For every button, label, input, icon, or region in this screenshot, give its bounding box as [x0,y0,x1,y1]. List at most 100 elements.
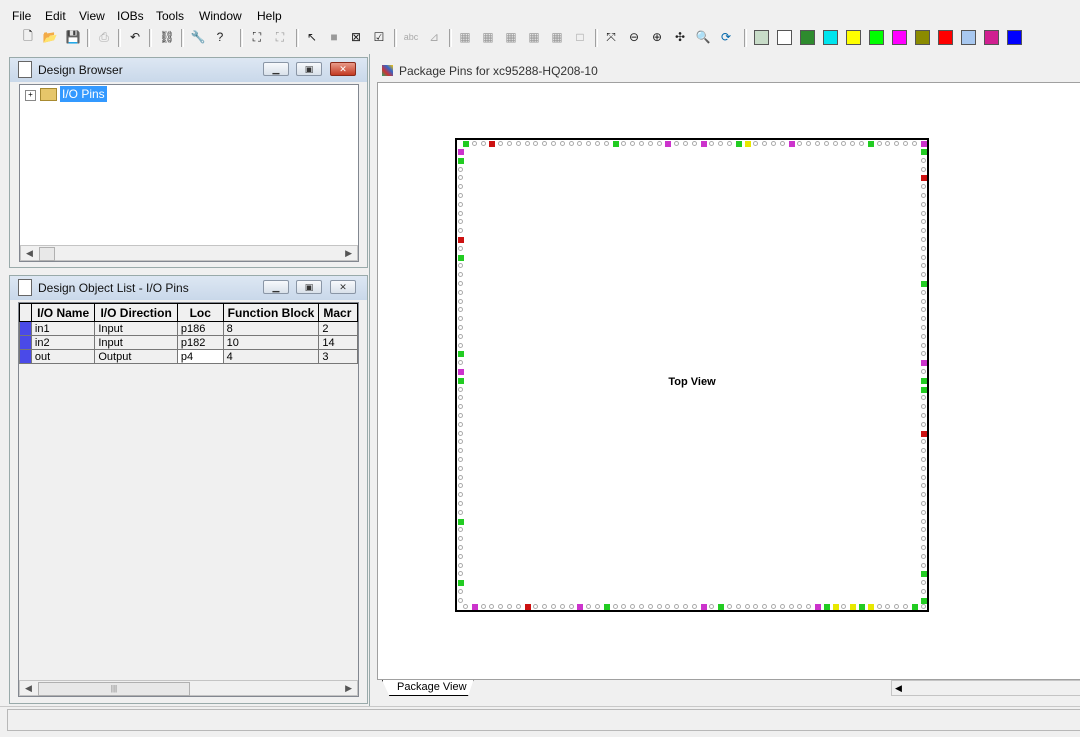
pin[interactable] [647,141,653,146]
table-row[interactable]: in1 Input p186 8 2 [19,321,358,336]
pin[interactable] [533,604,539,609]
grid-2-icon[interactable]: ▦ [479,28,497,46]
pin[interactable] [921,536,926,542]
pin[interactable] [458,571,463,577]
pin[interactable] [458,228,463,234]
cell-loc[interactable]: p4 [176,349,224,364]
color-swatch[interactable] [938,30,953,45]
pin[interactable] [463,604,468,609]
pin[interactable] [709,604,715,609]
pin[interactable] [458,263,463,269]
pin[interactable] [771,604,776,609]
pin[interactable] [458,166,463,172]
pin[interactable] [458,457,463,462]
pin[interactable] [753,604,759,609]
pin[interactable] [921,483,926,489]
color-swatch[interactable] [961,30,976,45]
pin[interactable] [656,141,662,146]
blank-box-icon[interactable]: □ [571,28,589,46]
pin-assigned[interactable] [815,604,821,610]
color-swatch[interactable] [823,30,838,45]
color-swatch[interactable] [915,30,930,45]
pin-assigned[interactable] [921,386,927,393]
pin[interactable] [841,141,847,146]
pin[interactable] [458,175,463,181]
pin-assigned[interactable] [612,141,619,147]
grid-4-icon[interactable]: ▦ [525,28,543,46]
pin[interactable] [823,141,829,146]
horizontal-scrollbar[interactable]: ◀ ||| ▶ [19,680,358,696]
pin[interactable] [577,141,583,146]
pin[interactable] [806,141,812,146]
pin-assigned[interactable] [458,237,464,243]
pin[interactable] [621,604,627,609]
pin[interactable] [551,604,556,609]
pin-assigned[interactable] [700,604,707,610]
pin[interactable] [850,141,856,146]
scroll-left-arrow-icon[interactable]: ◀ [25,683,32,694]
pin-assigned[interactable] [489,141,496,147]
pin[interactable] [612,604,618,609]
pin[interactable] [458,281,463,286]
pin[interactable] [921,184,926,190]
pin[interactable] [458,597,463,603]
pin-assigned[interactable] [458,518,464,525]
cell-io-direction[interactable]: Input [94,335,178,350]
pin-assigned[interactable] [788,141,795,147]
pin-assigned[interactable] [859,604,865,610]
pin[interactable] [458,272,463,278]
cell-io-direction[interactable]: Output [94,349,178,364]
pin[interactable] [921,562,926,568]
cell-io-name[interactable]: in1 [30,321,96,336]
column-header-macrocell[interactable]: Macr [318,303,358,322]
pin[interactable] [458,589,463,594]
measure-icon[interactable]: ⊿ [425,28,443,46]
pin[interactable] [921,342,926,348]
pin[interactable] [458,360,463,366]
pin[interactable] [921,157,926,163]
pin[interactable] [779,141,785,146]
zoom-out-icon[interactable]: ⊖ [625,28,643,46]
pin[interactable] [595,604,600,609]
pin[interactable] [727,141,732,146]
find-icon[interactable]: ⛓ [158,28,176,46]
pin[interactable] [551,141,556,146]
close-button[interactable]: ✕ [330,62,356,76]
pin[interactable] [559,604,565,609]
cell-macrocell[interactable]: 14 [318,335,358,350]
pin[interactable] [921,404,926,410]
pin[interactable] [788,604,794,609]
pin[interactable] [921,421,926,427]
color-swatch[interactable] [984,30,999,45]
pin[interactable] [762,141,768,146]
pin[interactable] [458,245,463,251]
pin[interactable] [458,492,463,498]
column-header-loc[interactable]: Loc [176,303,224,322]
pin[interactable] [921,325,926,330]
menu-window[interactable]: Window [199,9,242,23]
pin[interactable] [507,141,512,146]
pin[interactable] [458,307,463,313]
pin[interactable] [458,483,463,489]
pin[interactable] [639,141,644,146]
pin[interactable] [921,351,926,357]
pin-assigned[interactable] [850,604,857,610]
pin[interactable] [797,604,803,609]
pin[interactable] [458,430,463,436]
pin[interactable] [921,333,926,339]
pin[interactable] [876,141,882,146]
pin[interactable] [458,527,463,533]
pin-assigned[interactable] [921,360,927,367]
pin-assigned[interactable] [700,141,707,147]
grid-1-icon[interactable]: ▦ [456,28,474,46]
pin-assigned[interactable] [921,377,927,384]
pin[interactable] [595,141,600,146]
pin[interactable] [458,545,463,550]
print-icon[interactable]: ⎙ [95,28,113,46]
pin[interactable] [911,141,917,146]
pin[interactable] [771,141,776,146]
pin-assigned[interactable] [921,281,927,287]
pin[interactable] [559,141,565,146]
minimize-button[interactable]: ▁ [263,280,289,294]
pin[interactable] [921,228,926,234]
